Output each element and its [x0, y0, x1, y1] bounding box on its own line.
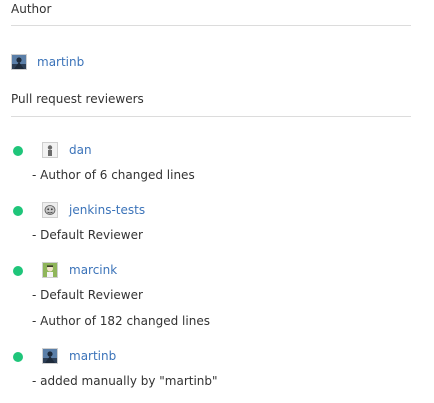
reviewers-heading: Pull request reviewers: [11, 92, 144, 106]
reviewer-link-martinb[interactable]: martinb: [69, 349, 116, 363]
martinb-avatar-icon: [42, 348, 58, 364]
reviewer-reason: - Author of 182 changed lines: [32, 314, 210, 328]
author-user: martinb: [11, 53, 84, 71]
reviewer-row-marcink: marcink: [42, 261, 117, 279]
reviewer-reason: - Author of 6 changed lines: [32, 168, 195, 182]
reviewer-reason: - Default Reviewer: [32, 228, 143, 242]
jenkins-tests-avatar-icon: [42, 202, 58, 218]
dan-avatar-icon: [42, 142, 58, 158]
reviewers-divider: [11, 116, 411, 117]
marcink-avatar-icon: [42, 262, 58, 278]
reviewer-status-dot: [13, 352, 23, 362]
martinb-avatar-icon: [11, 54, 27, 70]
reviewer-link-dan[interactable]: dan: [69, 143, 92, 157]
reviewer-link-jenkins-tests[interactable]: jenkins-tests: [69, 203, 145, 217]
reviewer-reason: - Default Reviewer: [32, 288, 143, 302]
reviewer-status-dot: [13, 146, 23, 156]
author-user-link[interactable]: martinb: [37, 55, 84, 69]
reviewer-status-dot: [13, 266, 23, 276]
reviewer-status-dot: [13, 206, 23, 216]
reviewer-link-marcink[interactable]: marcink: [69, 263, 117, 277]
reviewer-reason: - added manually by "martinb": [32, 374, 218, 388]
author-heading: Author: [11, 2, 52, 16]
reviewer-row-jenkins-tests: jenkins-tests: [42, 201, 145, 219]
reviewer-row-dan: dan: [42, 141, 92, 159]
reviewer-row-martinb: martinb: [42, 347, 116, 365]
author-divider: [11, 25, 411, 26]
